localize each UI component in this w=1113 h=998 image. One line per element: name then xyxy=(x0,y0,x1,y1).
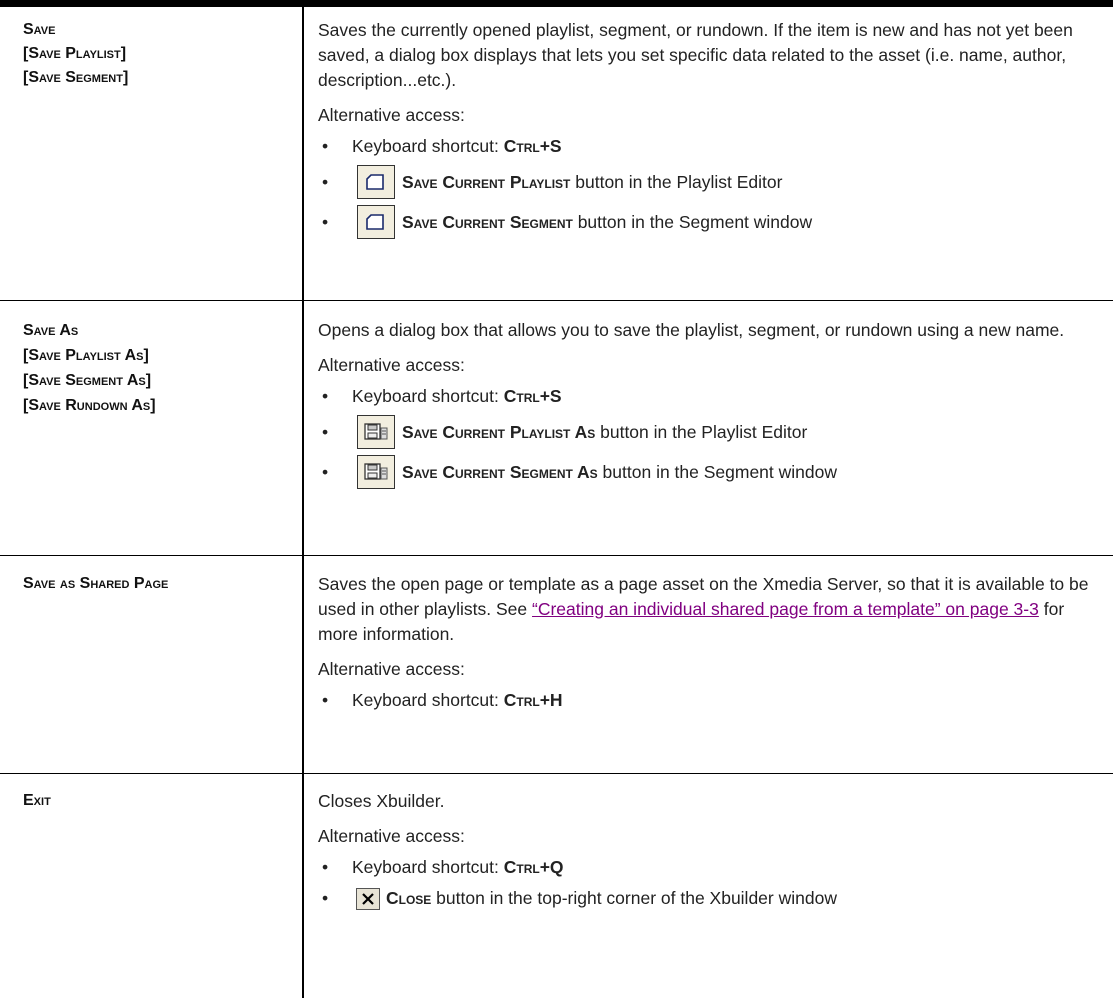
bullet-icon: • xyxy=(322,857,329,877)
keyboard-shortcut: Ctrl+S xyxy=(503,136,562,156)
keyboard-shortcut: Ctrl+H xyxy=(503,690,563,710)
command-alias: [Save Segment As] xyxy=(23,372,152,389)
row-divider xyxy=(0,300,1113,301)
description-text: Saves the currently opened playlist, seg… xyxy=(318,20,1073,90)
alt-access-heading: Alternative access: xyxy=(318,826,465,846)
description-cell: Saves the open page or template as a pag… xyxy=(318,572,1108,713)
list-item: • Save Current Playlist As button in the… xyxy=(318,415,1108,449)
button-name: Save Current Playlist As xyxy=(402,421,596,442)
bullet-icon: • xyxy=(322,462,329,482)
button-location: button in the top-right corner of the Xb… xyxy=(431,888,837,908)
bullet-icon: • xyxy=(322,172,329,192)
description-text: Saves the open page or template as a pag… xyxy=(318,572,1108,647)
command-alias: [Save Playlist As] xyxy=(23,347,149,364)
keyboard-shortcut: Ctrl+S xyxy=(503,386,562,406)
floppy-save-as-icon xyxy=(357,455,395,489)
button-location: button in the Playlist Editor xyxy=(595,421,808,442)
bullet-icon: • xyxy=(322,212,329,232)
keyboard-shortcut: Ctrl+Q xyxy=(503,857,564,877)
list-item: • Save Current Playlist button in the Pl… xyxy=(318,165,1108,199)
description-cell: Saves the currently opened playlist, seg… xyxy=(318,18,1108,239)
button-location: button in the Playlist Editor xyxy=(570,171,783,192)
save-page-icon xyxy=(357,165,395,199)
button-name: Save Current Playlist xyxy=(402,171,571,192)
command-label-cell: Exit xyxy=(0,789,302,813)
table-top-rule xyxy=(0,0,1113,7)
alt-access-heading: Alternative access: xyxy=(318,355,465,375)
bullet-icon: • xyxy=(322,386,329,406)
shortcut-prefix: Keyboard shortcut: xyxy=(352,386,504,406)
list-item: • Close button in the top-right corner o… xyxy=(318,886,1108,911)
command-name: Save As xyxy=(23,322,79,339)
button-location: button in the Segment window xyxy=(597,461,838,482)
bullet-icon: • xyxy=(322,888,329,908)
command-label-cell: Save [Save Playlist] [Save Segment] xyxy=(0,18,302,90)
row-divider xyxy=(0,773,1113,774)
description-cell: Opens a dialog box that allows you to sa… xyxy=(318,318,1108,489)
bullet-icon: • xyxy=(322,136,329,156)
save-page-icon xyxy=(357,205,395,239)
description-text: Opens a dialog box that allows you to sa… xyxy=(318,320,1065,340)
shortcut-prefix: Keyboard shortcut: xyxy=(352,690,504,710)
column-divider xyxy=(302,7,304,998)
command-alias: [Save Rundown As] xyxy=(23,397,156,414)
command-name: Save as Shared Page xyxy=(23,575,169,592)
description-cell: Closes Xbuilder. Alternative access: • K… xyxy=(318,789,1108,911)
cross-reference-link[interactable]: “Creating an individual shared page from… xyxy=(532,599,1039,619)
list-item: • Keyboard shortcut: Ctrl+S xyxy=(318,134,1108,159)
command-name: Save xyxy=(23,21,56,38)
shortcut-prefix: Keyboard shortcut: xyxy=(352,136,504,156)
command-label-cell: Save as Shared Page xyxy=(0,572,302,596)
bullet-icon: • xyxy=(322,422,329,442)
button-name: Close xyxy=(386,888,432,908)
row-divider xyxy=(0,555,1113,556)
description-text: Closes Xbuilder. xyxy=(318,791,445,811)
list-item: • Keyboard shortcut: Ctrl+Q xyxy=(318,855,1108,880)
close-x-icon xyxy=(356,887,380,910)
alt-access-heading: Alternative access: xyxy=(318,105,465,125)
command-alias: [Save Playlist] xyxy=(23,45,127,62)
button-name: Save Current Segment xyxy=(402,211,573,232)
list-item: • Keyboard shortcut: Ctrl+H xyxy=(318,688,1108,713)
command-name: Exit xyxy=(23,792,51,809)
bullet-icon: • xyxy=(322,690,329,710)
shortcut-prefix: Keyboard shortcut: xyxy=(352,857,504,877)
command-alias: [Save Segment] xyxy=(23,69,129,86)
floppy-save-as-icon xyxy=(357,415,395,449)
command-label-cell: Save As [Save Playlist As] [Save Segment… xyxy=(0,318,302,418)
alt-access-heading: Alternative access: xyxy=(318,659,465,679)
list-item: • Save Current Segment button in the Seg… xyxy=(318,205,1108,239)
list-item: • Save Current Segment As button in the … xyxy=(318,455,1108,489)
list-item: • Keyboard shortcut: Ctrl+S xyxy=(318,384,1108,409)
button-location: button in the Segment window xyxy=(572,211,813,232)
button-name: Save Current Segment As xyxy=(402,461,598,482)
